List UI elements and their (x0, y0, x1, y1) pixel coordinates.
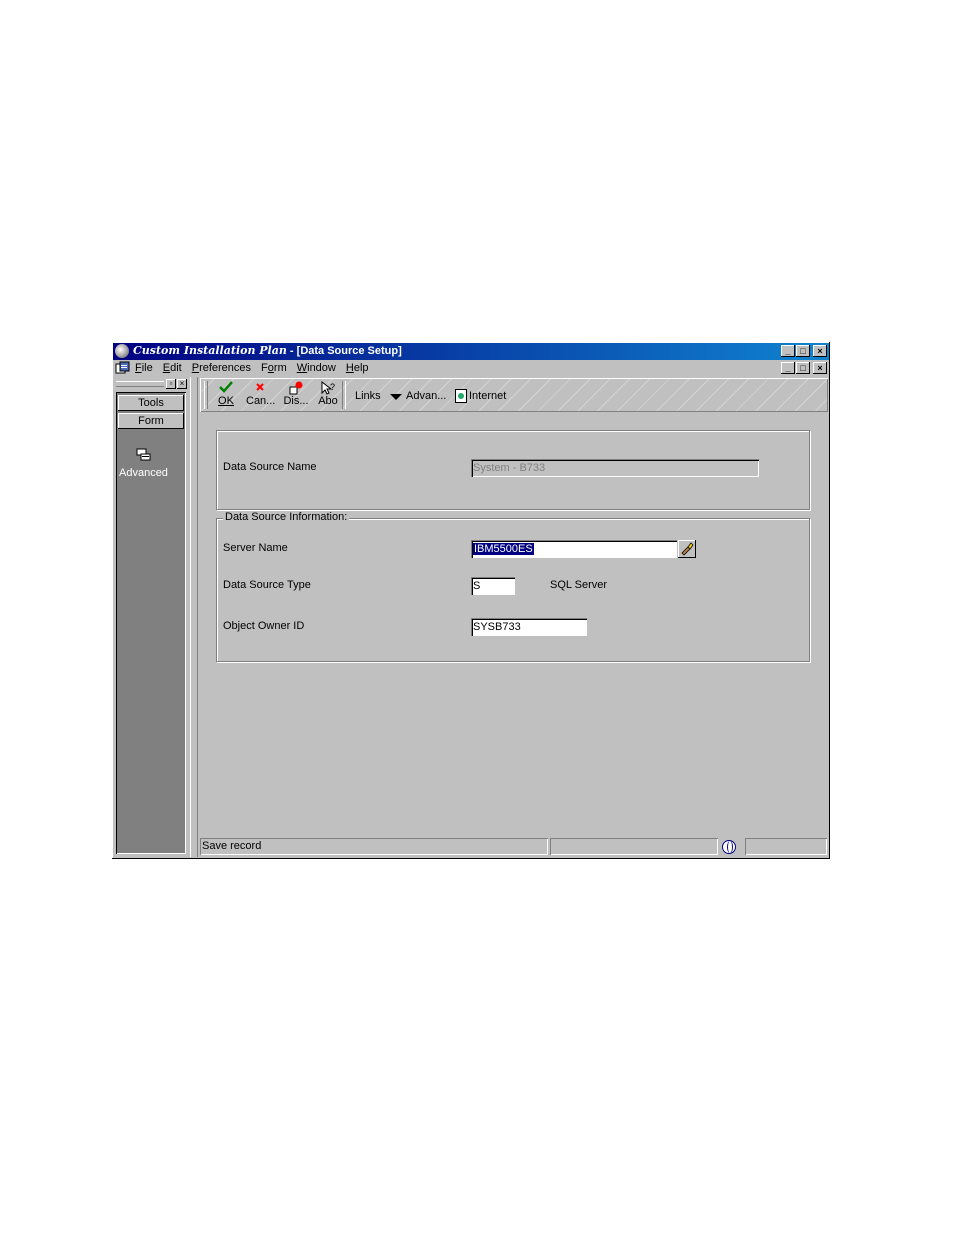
document-title: - [Data Source Setup] (286, 345, 402, 357)
flashlight-icon (681, 542, 694, 556)
menu-help[interactable]: Help (346, 362, 369, 374)
mdi-restore-button[interactable]: □ (796, 362, 810, 374)
menu-edit[interactable]: Edit (163, 362, 182, 374)
panel-close-button[interactable]: × (177, 379, 187, 389)
toolbar-separator (342, 381, 346, 409)
data-source-type-label: Data Source Type (223, 579, 311, 591)
links-button[interactable]: Links (355, 390, 381, 402)
menu-window[interactable]: Window (297, 362, 336, 374)
about-label: Abo (318, 395, 338, 407)
data-source-information-group: Data Source Information: Server Name IBM… (216, 511, 810, 662)
tab-tools[interactable]: Tools (118, 395, 184, 411)
about-button[interactable]: ? Abo (314, 380, 342, 409)
window-title: Custom Installation Plan - [Data Source … (133, 344, 402, 357)
object-owner-id-label: Object Owner ID (223, 620, 305, 632)
advanced-label[interactable]: Advanced (119, 467, 168, 479)
application-window: Custom Installation Plan - [Data Source … (112, 342, 830, 859)
status-message: Save record (200, 838, 548, 855)
server-name-label: Server Name (223, 542, 288, 554)
data-source-type-field[interactable]: S (471, 577, 515, 595)
data-source-name-group: Data Source Name System - B733 (216, 430, 810, 510)
cancel-button[interactable]: Can... (246, 381, 276, 409)
document-menu-icon[interactable] (115, 361, 130, 375)
data-source-type-description: SQL Server (550, 579, 608, 591)
internet-button[interactable]: Internet (469, 390, 506, 402)
ok-label: OK (218, 395, 234, 407)
menu-form[interactable]: Form (261, 362, 287, 374)
mdi-minimize-button[interactable]: _ (781, 362, 795, 374)
group-title: Data Source Information: (223, 511, 350, 523)
panel-restore-button[interactable]: ▫ (166, 379, 176, 389)
mdi-close-button[interactable]: × (813, 362, 827, 374)
title-bar[interactable]: Custom Installation Plan - [Data Source … (113, 343, 829, 360)
window-caption-buttons: _ □ × (780, 345, 827, 357)
mdi-caption-buttons: _ □ × (780, 362, 827, 374)
advanced-icon[interactable] (136, 448, 152, 462)
display-errors-icon (282, 381, 310, 395)
panel-grip[interactable] (116, 381, 164, 387)
visual-assist-button[interactable] (678, 540, 696, 558)
minimize-button[interactable]: _ (781, 345, 795, 357)
about-help-icon: ? (314, 380, 342, 395)
ok-button[interactable]: OK (212, 381, 240, 409)
app-globe-icon[interactable] (115, 344, 129, 358)
server-name-field[interactable]: IBM5500ES (471, 540, 677, 558)
exit-bar-body: Tools Form Advanced (116, 392, 186, 854)
svg-text:?: ? (330, 382, 335, 392)
menu-bar: File Edit Preferences Form Window Help _… (113, 360, 829, 377)
cancel-label: Can... (246, 395, 276, 407)
status-pane-2 (550, 838, 718, 855)
menu-file[interactable]: File (135, 362, 153, 374)
display-errors-button[interactable]: Dis... (282, 381, 310, 409)
close-button[interactable]: × (813, 345, 827, 357)
dropdown-arrow-icon[interactable] (390, 394, 402, 400)
advanced-button[interactable]: Advan... (406, 390, 446, 402)
status-bar: Save record (200, 837, 828, 856)
app-title: Custom Installation Plan (133, 344, 287, 357)
menu-preferences[interactable]: Preferences (192, 362, 251, 374)
form-content: Data Source Name System - B733 Data Sour… (200, 414, 828, 836)
toolbar-handle[interactable] (204, 381, 208, 409)
object-owner-id-field[interactable]: SYSB733 (471, 618, 587, 636)
toolbar: OK Can... Dis... ? Abo Links Advan... In… (200, 378, 828, 412)
exit-bar-panel: ▫ × Tools Form Advanced (113, 377, 189, 857)
internet-page-icon[interactable] (455, 389, 467, 403)
checkmark-icon (212, 381, 240, 395)
data-source-name-field: System - B733 (471, 459, 759, 477)
server-name-value: IBM5500ES (473, 543, 534, 555)
status-pane-3 (745, 838, 827, 855)
data-source-name-label: Data Source Name (223, 461, 317, 473)
globe-icon (722, 840, 736, 854)
panel-splitter[interactable] (190, 377, 198, 857)
display-label: Dis... (283, 395, 309, 407)
maximize-button[interactable]: □ (796, 345, 810, 357)
tab-form[interactable]: Form (118, 413, 184, 429)
red-x-icon (246, 381, 274, 395)
